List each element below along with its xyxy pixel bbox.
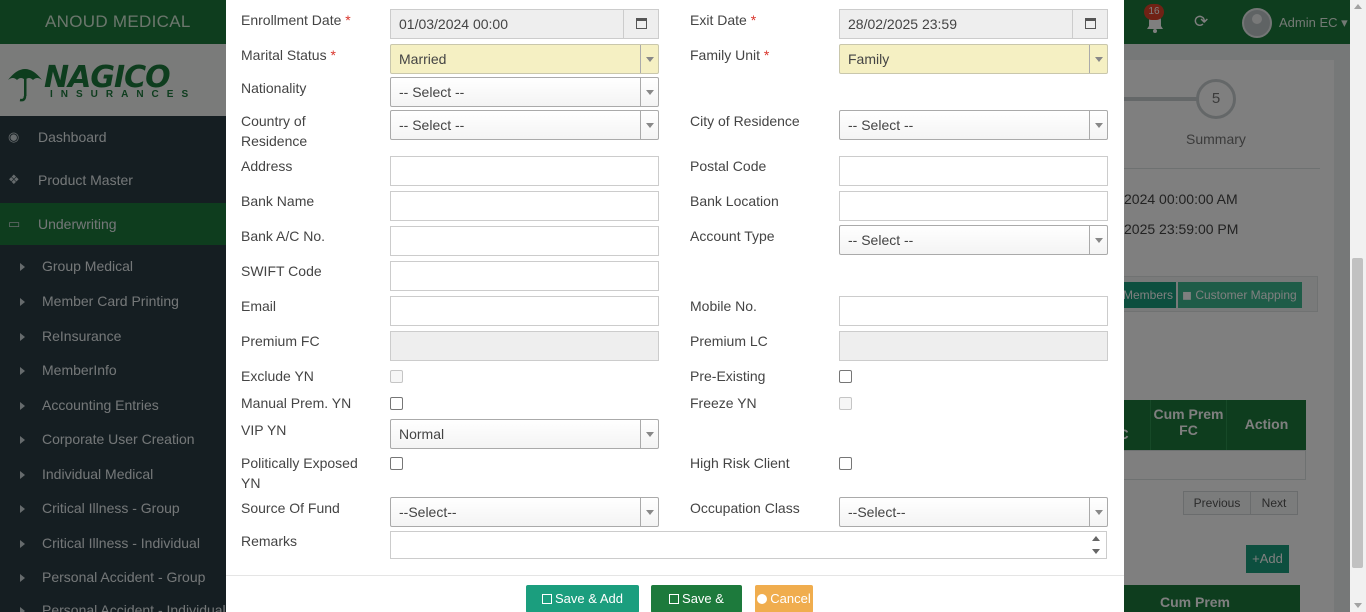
account-type-value: -- Select -- <box>848 232 914 248</box>
high-risk-client-checkbox[interactable] <box>839 457 852 470</box>
nationality-select[interactable]: -- Select -- <box>390 77 659 107</box>
nationality-value: -- Select -- <box>399 84 465 100</box>
exit-date-field[interactable]: 28/02/2025 23:59 <box>839 9 1108 39</box>
scroll-up-arrow-icon[interactable] <box>1354 4 1362 9</box>
family-unit-value: Family <box>848 51 890 67</box>
country-of-residence-label: Country of Residence <box>241 113 308 149</box>
city-of-residence-label: City of Residence <box>690 113 800 129</box>
chevron-down-icon <box>640 498 658 526</box>
exit-date-value: 28/02/2025 23:59 <box>848 16 957 32</box>
calendar-icon <box>636 18 647 29</box>
exclude-yn-checkbox[interactable] <box>390 370 403 383</box>
premium-fc-input[interactable] <box>390 331 659 361</box>
premium-lc-label: Premium LC <box>690 333 768 349</box>
bank-name-label: Bank Name <box>241 193 315 209</box>
country-of-residence-value: -- Select -- <box>399 117 465 133</box>
freeze-yn-checkbox[interactable] <box>839 397 852 410</box>
chevron-down-icon <box>640 45 658 73</box>
save-icon <box>669 594 680 604</box>
marital-status-value: Married <box>399 51 447 67</box>
city-of-residence-select[interactable]: -- Select -- <box>839 110 1108 140</box>
family-unit-label: Family Unit * <box>690 47 770 63</box>
enrollment-date-label: Enrollment Date * <box>241 12 351 28</box>
close-circle-icon <box>757 594 768 604</box>
exit-date-label: Exit Date * <box>690 12 757 28</box>
vip-yn-select[interactable]: Normal <box>390 419 659 449</box>
modal-footer-divider <box>226 575 1124 576</box>
occupation-class-select[interactable]: --Select-- <box>839 497 1108 527</box>
mobile-no-input[interactable] <box>839 296 1108 326</box>
cancel-label: Cancel <box>770 591 811 606</box>
occupation-class-label: Occupation Class <box>690 500 800 516</box>
calendar-icon <box>1085 18 1096 29</box>
remarks-label: Remarks <box>241 533 298 549</box>
country-of-residence-select[interactable]: -- Select -- <box>390 110 659 140</box>
occupation-class-value: --Select-- <box>848 504 906 520</box>
swift-code-label: SWIFT Code <box>241 263 322 279</box>
mobile-no-label: Mobile No. <box>690 298 757 314</box>
enrollment-date-picker-button[interactable] <box>623 10 658 38</box>
spin-down-icon[interactable] <box>1092 549 1100 554</box>
source-of-fund-select[interactable]: --Select-- <box>390 497 659 527</box>
bank-ac-no-label: Bank A/C No. <box>241 228 326 244</box>
swift-code-input[interactable] <box>390 261 659 291</box>
postal-code-input[interactable] <box>839 156 1108 186</box>
exclude-yn-label: Exclude YN <box>241 368 314 384</box>
source-of-fund-value: --Select-- <box>399 504 457 520</box>
manual-prem-yn-checkbox[interactable] <box>390 397 403 410</box>
address-label: Address <box>241 158 293 174</box>
bank-location-input[interactable] <box>839 191 1108 221</box>
chevron-down-icon <box>640 420 658 448</box>
vip-yn-value: Normal <box>399 426 445 442</box>
politically-exposed-yn-label: Politically Exposed YN <box>241 455 358 491</box>
pre-existing-label: Pre-Existing <box>690 368 766 384</box>
pre-existing-checkbox[interactable] <box>839 370 852 383</box>
bank-name-input[interactable] <box>390 191 659 221</box>
vip-yn-label: VIP YN <box>241 422 287 438</box>
marital-status-label: Marital Status * <box>241 47 336 63</box>
scroll-down-arrow-icon[interactable] <box>1354 603 1362 608</box>
chevron-down-icon <box>1089 111 1107 139</box>
chevron-down-icon <box>1089 498 1107 526</box>
scrollbar-thumb[interactable] <box>1352 258 1363 568</box>
account-type-select[interactable]: -- Select -- <box>839 225 1108 255</box>
bank-location-label: Bank Location <box>690 193 779 209</box>
chevron-down-icon <box>1089 45 1107 73</box>
save-close-label: Save & Close <box>682 591 724 606</box>
source-of-fund-label: Source Of Fund <box>241 500 340 516</box>
chevron-down-icon <box>640 111 658 139</box>
cancel-button[interactable]: Cancel <box>755 585 813 612</box>
enrollment-date-value: 01/03/2024 00:00 <box>399 16 508 32</box>
address-input[interactable] <box>390 156 659 186</box>
save-close-button[interactable]: Save & Close <box>651 585 742 612</box>
nationality-label: Nationality <box>241 80 307 96</box>
save-add-more-button[interactable]: Save & Add More <box>526 585 639 612</box>
premium-fc-label: Premium FC <box>241 333 320 349</box>
high-risk-client-label: High Risk Client <box>690 455 790 471</box>
premium-lc-input[interactable] <box>839 331 1108 361</box>
spin-up-icon[interactable] <box>1092 536 1100 541</box>
freeze-yn-label: Freeze YN <box>690 395 757 411</box>
email-input[interactable] <box>390 296 659 326</box>
marital-status-select[interactable]: Married <box>390 44 659 74</box>
city-of-residence-value: -- Select -- <box>848 117 914 133</box>
politically-exposed-yn-checkbox[interactable] <box>390 457 403 470</box>
chevron-down-icon <box>640 78 658 106</box>
account-type-label: Account Type <box>690 228 775 244</box>
enrollment-date-field[interactable]: 01/03/2024 00:00 <box>390 9 659 39</box>
remarks-textarea[interactable] <box>390 531 1107 559</box>
chevron-down-icon <box>1089 226 1107 254</box>
save-add-more-label: Save & Add More <box>555 591 623 606</box>
bank-ac-no-input[interactable] <box>390 226 659 256</box>
family-unit-select[interactable]: Family <box>839 44 1108 74</box>
exit-date-picker-button[interactable] <box>1072 10 1107 38</box>
manual-prem-yn-label: Manual Prem. YN <box>241 395 352 411</box>
email-label: Email <box>241 298 277 314</box>
save-icon <box>542 594 553 604</box>
postal-code-label: Postal Code <box>690 158 767 174</box>
